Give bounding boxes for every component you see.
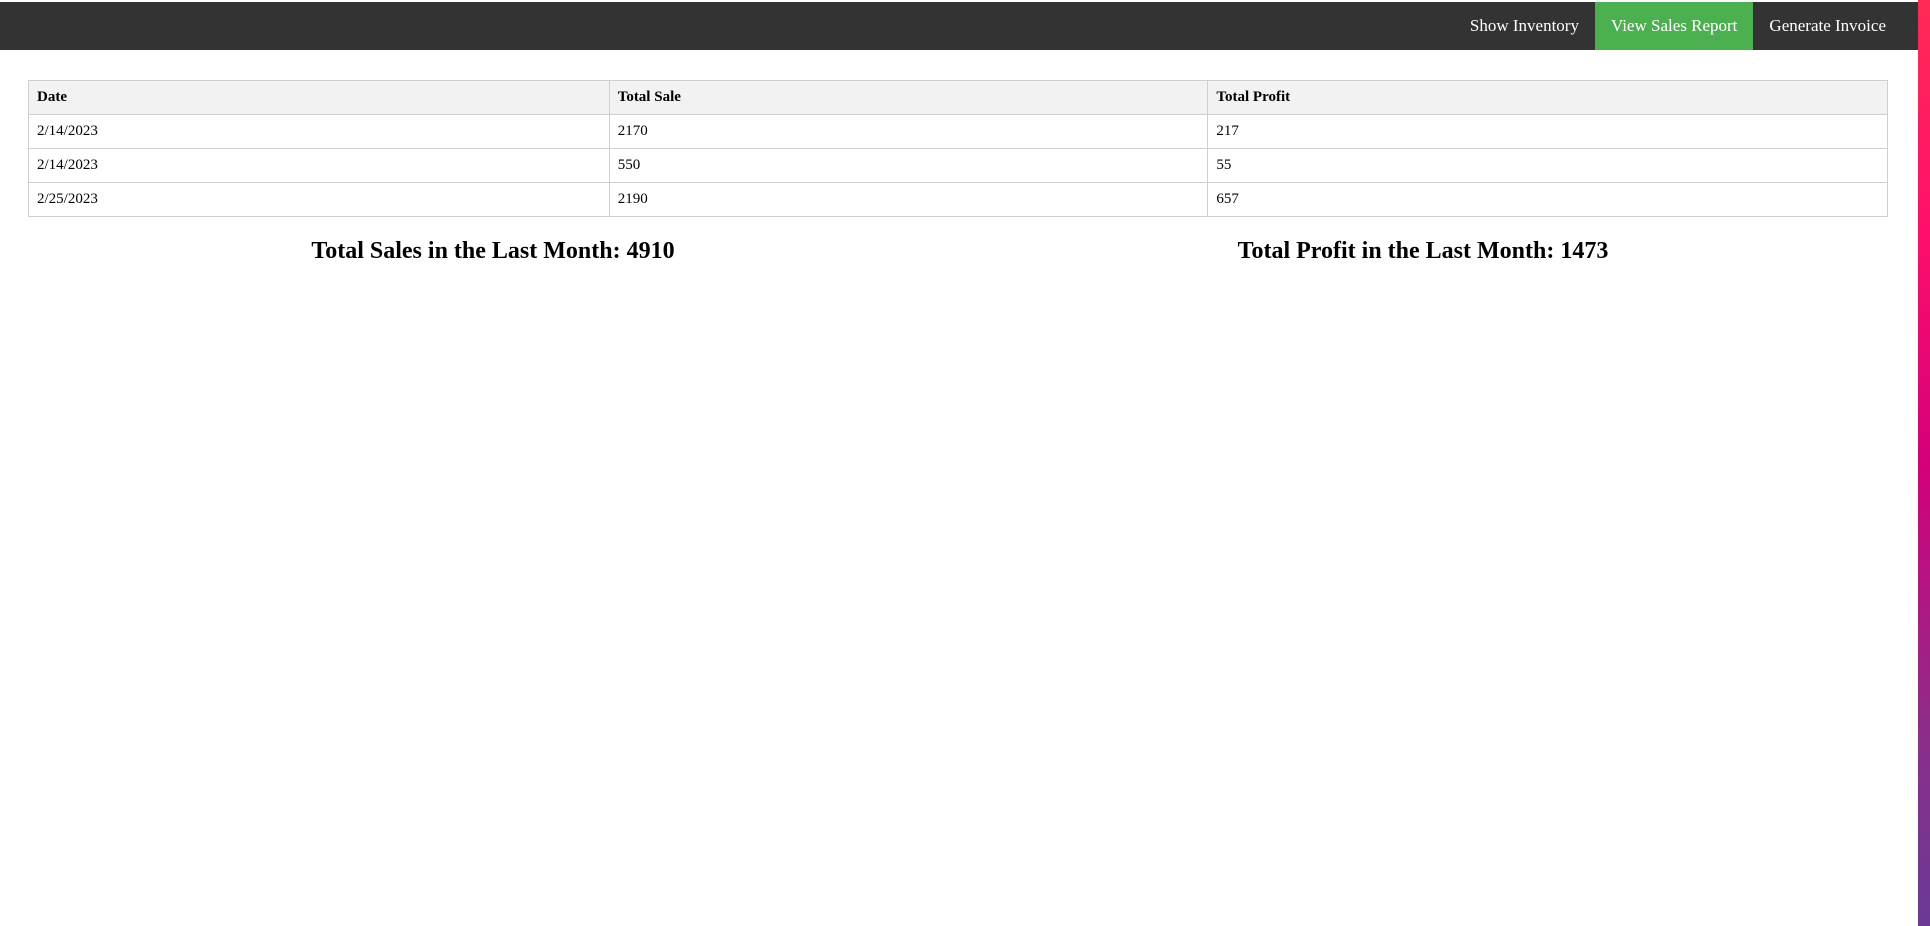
sales-report-section: Date Total Sale Total Profit 2/14/2023 2…	[28, 80, 1888, 217]
cell-total-sale: 550	[608, 148, 1209, 183]
nav-view-sales-report[interactable]: View Sales Report	[1594, 2, 1754, 50]
total-profit-heading: Total Profit in the Last Month: 1473	[1237, 238, 1609, 264]
cell-date: 2/14/2023	[28, 114, 610, 149]
header-total-profit: Total Profit	[1207, 80, 1888, 115]
top-navbar: Show Inventory View Sales Report Generat…	[0, 2, 1918, 50]
cell-total-sale: 2170	[608, 114, 1209, 149]
total-sales-heading: Total Sales in the Last Month: 4910	[311, 238, 675, 264]
table-row: 2/25/2023 2190 657	[28, 182, 1888, 217]
monthly-totals: Total Sales in the Last Month: 4910 Tota…	[28, 238, 1888, 265]
cell-total-profit: 55	[1207, 148, 1888, 183]
window-edge-stripe	[1918, 0, 1930, 926]
cell-total-sale: 2190	[608, 182, 1209, 217]
nav-show-inventory[interactable]: Show Inventory	[1454, 2, 1595, 50]
cell-total-profit: 657	[1207, 182, 1888, 217]
cell-date: 2/14/2023	[28, 148, 610, 183]
table-row: 2/14/2023 550 55	[28, 148, 1888, 183]
table-row: 2/14/2023 2170 217	[28, 114, 1888, 149]
cell-total-profit: 217	[1207, 114, 1888, 149]
page: Show Inventory View Sales Report Generat…	[0, 0, 1930, 926]
cell-date: 2/25/2023	[28, 182, 610, 217]
header-date: Date	[28, 80, 610, 115]
header-total-sale: Total Sale	[608, 80, 1209, 115]
nav-generate-invoice[interactable]: Generate Invoice	[1753, 2, 1902, 50]
sales-report-table: Date Total Sale Total Profit 2/14/2023 2…	[28, 80, 1888, 217]
table-header-row: Date Total Sale Total Profit	[28, 80, 1888, 115]
